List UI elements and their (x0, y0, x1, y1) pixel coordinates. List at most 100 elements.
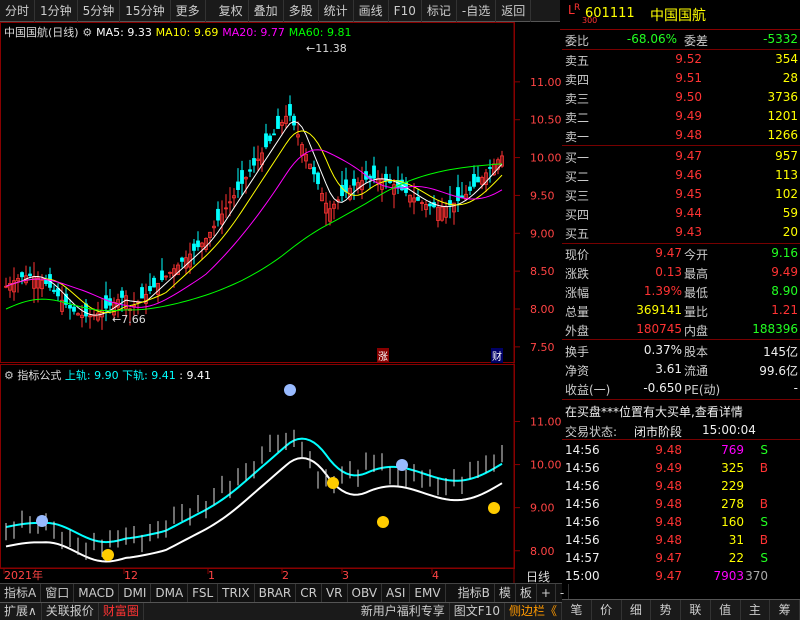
tick-price: 9.47 (655, 551, 682, 565)
right-tab-7[interactable]: 筹 (770, 600, 800, 620)
quote-label: 收益(一) (565, 383, 611, 397)
sub-settings-icon[interactable]: ⚙ (4, 369, 14, 382)
extension-tab-4[interactable]: 图文F10 (450, 603, 505, 620)
indicator-tab-9[interactable]: VR (322, 584, 348, 602)
notice-row: 在买盘***位置有大买单,查看详情 (562, 402, 800, 419)
ask-row: 卖二 9.49 1201 (562, 108, 800, 125)
right-tab-5[interactable]: 值 (711, 600, 741, 620)
indicator-tab-16[interactable]: 板 (516, 584, 537, 602)
tick-time: 14:56 (565, 515, 600, 529)
tick-row: 15:00 9.47 7903 370 (562, 568, 800, 585)
y-tick-label: 8.00 (530, 303, 555, 316)
tick-row: 14:56 9.49 325 B (562, 460, 800, 477)
tick-side: B (759, 533, 768, 547)
badge-cai[interactable]: 财 (491, 348, 503, 363)
indicator-tab-10[interactable]: OBV (348, 584, 383, 602)
toolbar-item-3[interactable]: 15分钟 (120, 0, 171, 22)
x-tick-label: 1 (208, 569, 215, 582)
toolbar-item-10[interactable]: F10 (389, 0, 422, 22)
candle-body (52, 289, 56, 292)
indicator-tab-17[interactable]: + (537, 584, 556, 602)
extension-tab-5[interactable]: 侧边栏《 (505, 603, 562, 620)
right-tab-3[interactable]: 势 (651, 600, 681, 620)
tick-row: 14:56 9.48 160 S (562, 514, 800, 531)
candle-body (160, 270, 164, 281)
candle-body (28, 273, 32, 277)
quote-label: 涨跌 (565, 267, 590, 281)
quote-value: 1.39% (643, 284, 682, 298)
extension-tab-2[interactable]: 财富圈 (99, 603, 144, 620)
toolbar-item-7[interactable]: 多股 (284, 0, 319, 22)
tick-volume: 769 (721, 443, 744, 457)
indicator-tab-14[interactable]: 指标B (454, 584, 495, 602)
candle-body (252, 158, 256, 166)
extension-tab-0[interactable]: 扩展∧ (0, 603, 42, 620)
sell-face-icon (284, 384, 296, 396)
right-tab-6[interactable]: 主 (741, 600, 771, 620)
indicator-tab-4[interactable]: DMA (151, 584, 189, 602)
indicator-tabs: 指标A 窗口 MACD DMI DMA FSL TRIX BRAR CR VR OBV ASI EMV 指… (0, 583, 570, 602)
indicator-tab-5[interactable]: FSL (188, 584, 219, 602)
indicator-tab-6[interactable]: TRIX (218, 584, 255, 602)
tick-volume: 278 (721, 497, 744, 511)
indicator-tab-11[interactable]: ASI (382, 584, 411, 602)
quote-label: 内盘 (684, 324, 709, 338)
sell-face-icon (36, 515, 48, 527)
toolbar-item-4[interactable]: 更多 (171, 0, 206, 22)
badge-zhang[interactable]: 涨 (377, 348, 389, 363)
candle-body (276, 115, 280, 129)
weibi-label: 委比 (565, 34, 590, 48)
toolbar-item-11[interactable]: 标记 (422, 0, 457, 22)
right-tab-2[interactable]: 细 (622, 600, 652, 620)
indicator-tab-0[interactable]: 指标A (0, 584, 42, 602)
ask-row: 卖五 9.52 354 (562, 51, 800, 68)
x-axis: 2021年 12 1 2 3 4 (0, 567, 514, 582)
toolbar-item-6[interactable]: 叠加 (249, 0, 284, 22)
tick-side: S (760, 515, 768, 529)
right-tab-0[interactable]: 笔 (562, 600, 592, 620)
upper-band-label: 上轨: 9.90 (64, 369, 119, 382)
indicator-tab-7[interactable]: BRAR (255, 584, 297, 602)
right-tab-4[interactable]: 联 (681, 600, 711, 620)
quote-value: -0.650 (643, 381, 682, 395)
quote-value: 99.6亿 (759, 364, 798, 378)
right-tab-1[interactable]: 价 (592, 600, 622, 620)
quote-label: 流通 (684, 364, 709, 378)
divider (562, 243, 800, 244)
lower-band-label: 下轨: 9.41 (122, 369, 176, 382)
tick-volume: 31 (728, 533, 744, 547)
weicha-value: -5332 (763, 32, 798, 46)
indicator-tab-15[interactable]: 模 (495, 584, 516, 602)
quote-label: 最低 (684, 286, 709, 300)
indicator-tab-13[interactable] (446, 584, 454, 602)
toolbar-item-2[interactable]: 5分钟 (78, 0, 121, 22)
tick-volume: 229 (721, 479, 744, 493)
toolbar-item-9[interactable]: 画线 (354, 0, 389, 22)
candle-body (456, 187, 460, 202)
indicator-tab-12[interactable]: EMV (410, 584, 446, 602)
indicator-tab-1[interactable]: 窗口 (41, 584, 75, 602)
extension-tab-3[interactable]: 新用户福利专享 (357, 603, 450, 620)
x-tick-label: 4 (432, 569, 439, 582)
chart-area[interactable]: 11.00 10.50 10.00 9.50 9.00 8.50 8.00 7.50 11.0… (0, 22, 562, 583)
bid-price: 9.46 (675, 168, 702, 182)
extension-bar: 扩展∧ 关联报价 财富圈 新用户福利专享 图文F10 侧边栏《 (0, 602, 562, 620)
toolbar-item-0[interactable]: 分时 (0, 0, 36, 22)
toolbar-item-5[interactable]: 复权 (214, 0, 249, 22)
quote-row: 涨幅 1.39% 最低 8.90 (562, 283, 800, 300)
tick-side: B (759, 497, 768, 511)
sub-y-tick-label: 11.00 (530, 415, 562, 428)
indicator-tab-2[interactable]: MACD (74, 584, 120, 602)
extension-tab-1[interactable]: 关联报价 (42, 603, 99, 620)
toolbar-item-1[interactable]: 1分钟 (35, 0, 78, 22)
toolbar-item-12[interactable]: -自选 (457, 0, 497, 22)
indicator-tab-3[interactable]: DMI (119, 584, 152, 602)
toolbar-item-13[interactable]: 返回 (496, 0, 532, 22)
toolbar-item-8[interactable]: 统计 (319, 0, 354, 22)
candle-body (68, 304, 72, 309)
tick-price: 9.48 (655, 479, 682, 493)
bid-row: 买三 9.45 102 (562, 186, 800, 203)
indicator-tab-8[interactable]: CR (296, 584, 322, 602)
quote-label: 总量 (565, 305, 590, 319)
tick-volume: 22 (728, 551, 744, 565)
